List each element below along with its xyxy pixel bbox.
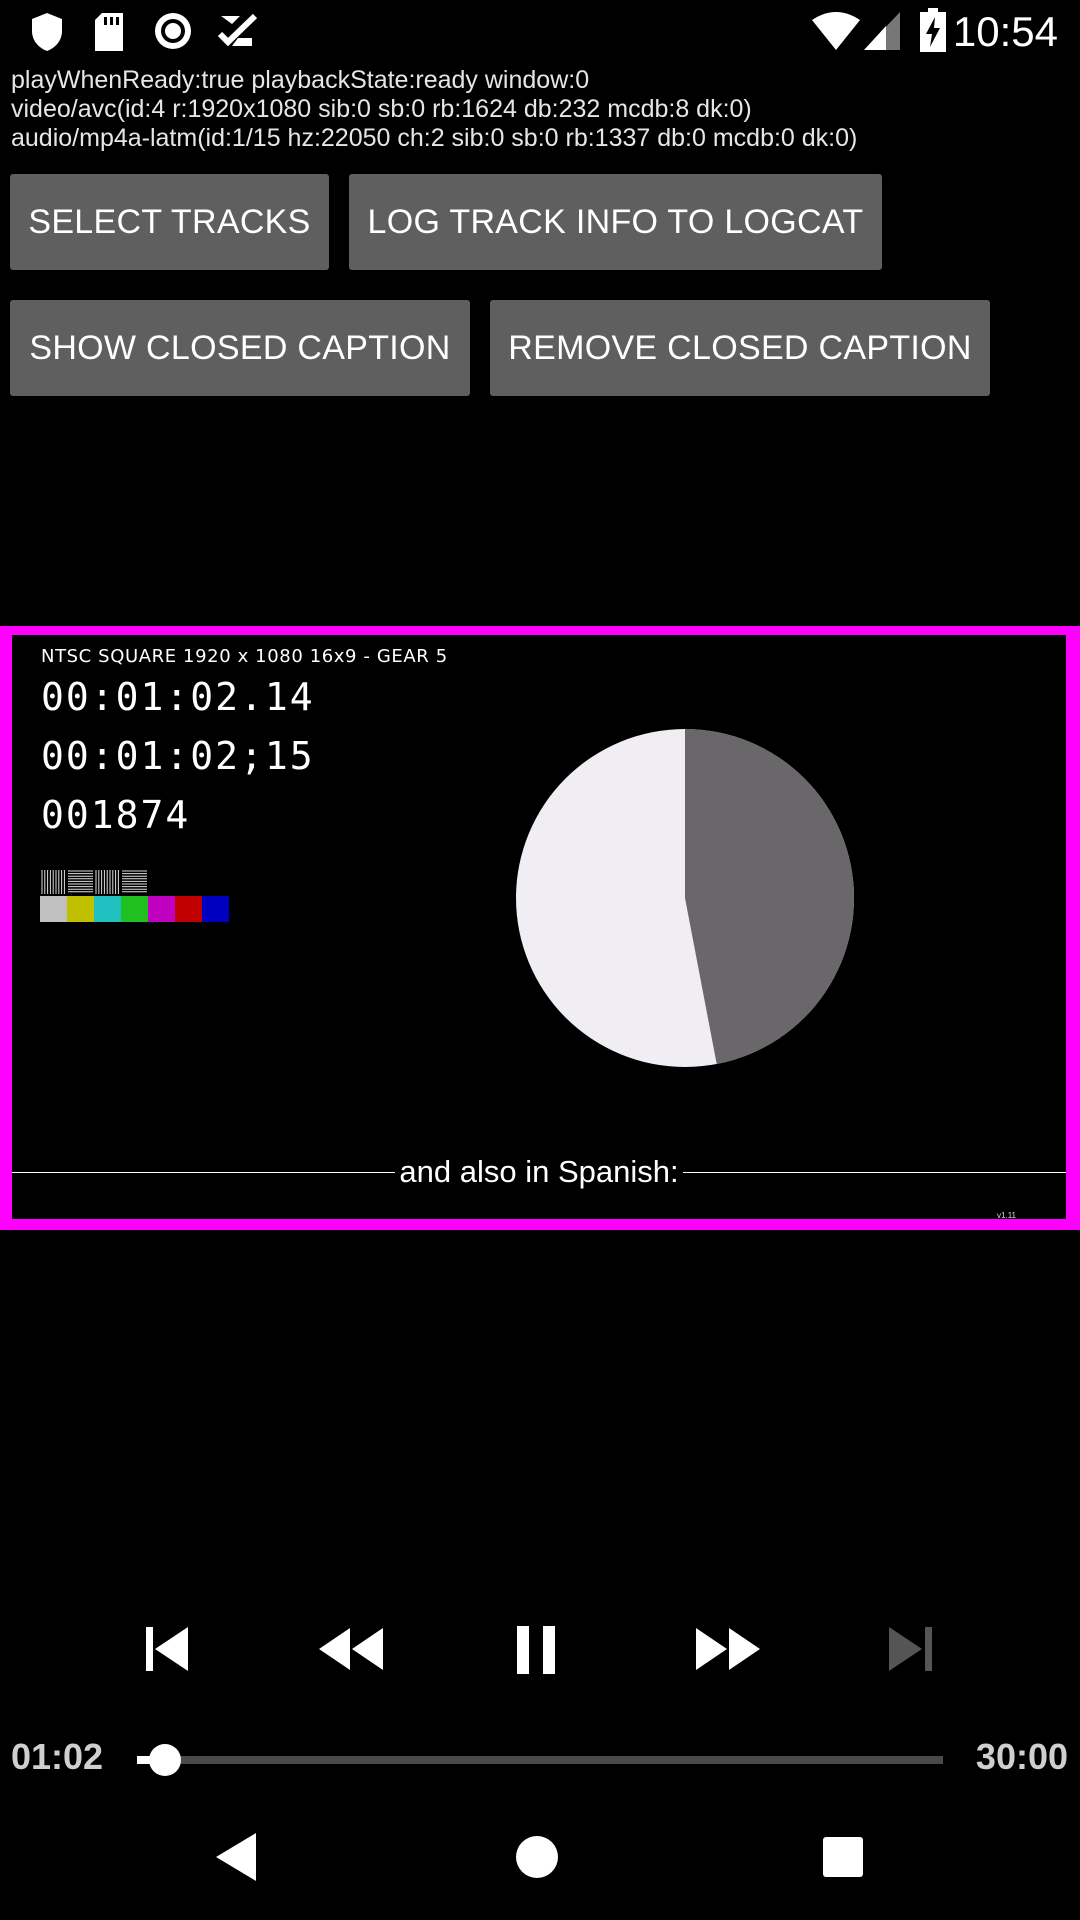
video-test-header: NTSC SQUARE 1920 x 1080 16x9 - GEAR 5 [41,646,448,667]
show-closed-caption-button[interactable]: SHOW CLOSED CAPTION [10,300,470,396]
timecode-1: 00:01:02.14 [41,675,315,719]
closed-caption: and also in Spanish: [12,1154,1066,1190]
color-bar [67,896,94,922]
debug-line-video: video/avc(id:4 r:1920x1080 sib:0 sb:0 rb… [11,95,752,123]
debug-line-playback: playWhenReady:true playbackState:ready w… [11,66,590,94]
closed-caption-text: and also in Spanish: [395,1154,683,1189]
countdown-pie [516,729,854,1067]
record-icon [155,13,191,49]
video-player-surface[interactable]: NTSC SQUARE 1920 x 1080 16x9 - GEAR 5 00… [0,626,1080,1230]
resolution-lines [41,870,65,894]
cell-signal-icon [864,12,900,50]
version-label: v1.11 [997,1211,1016,1219]
color-bar [40,896,67,922]
video-frame[interactable]: NTSC SQUARE 1920 x 1080 16x9 - GEAR 5 00… [12,635,1066,1219]
sd-card-icon [95,13,123,51]
timecode-2: 00:01:02;15 [41,734,315,778]
seek-thumb[interactable] [148,1744,181,1776]
pause-icon[interactable] [500,1620,580,1680]
status-time: 10:54 [952,8,1058,55]
shield-icon [32,13,62,51]
checklist-icon [218,13,258,47]
resolution-lines [68,870,93,893]
wifi-icon [812,12,860,50]
seek-bar[interactable] [137,1756,943,1764]
color-bar [202,896,229,922]
color-bar [175,896,202,922]
color-bar [94,896,121,922]
fast-forward-icon[interactable] [688,1620,768,1680]
skip-previous-icon[interactable] [127,1620,207,1680]
test-pattern [40,870,229,922]
home-icon[interactable] [514,1834,560,1880]
back-icon[interactable] [212,1827,262,1887]
color-bar [148,896,175,922]
recents-icon[interactable] [822,1836,864,1878]
select-tracks-button[interactable]: SELECT TRACKS [10,174,329,270]
debug-info: playWhenReady:true playbackState:ready w… [11,66,857,153]
remove-closed-caption-button[interactable]: REMOVE CLOSED CAPTION [490,300,990,396]
frame-counter: 001874 [41,793,191,837]
duration-time: 30:00 [975,1736,1068,1777]
status-bar: 10:54 [0,0,1080,62]
resolution-lines [95,870,119,894]
resolution-lines [122,870,147,893]
skip-next-icon [889,1627,932,1671]
position-time: 01:02 [11,1736,104,1777]
battery-charging-icon [920,8,946,52]
color-bar [121,896,148,922]
log-track-info-button[interactable]: LOG TRACK INFO TO LOGCAT [349,174,882,270]
debug-line-audio: audio/mp4a-latm(id:1/15 hz:22050 ch:2 si… [11,124,858,152]
rewind-icon[interactable] [311,1620,391,1680]
